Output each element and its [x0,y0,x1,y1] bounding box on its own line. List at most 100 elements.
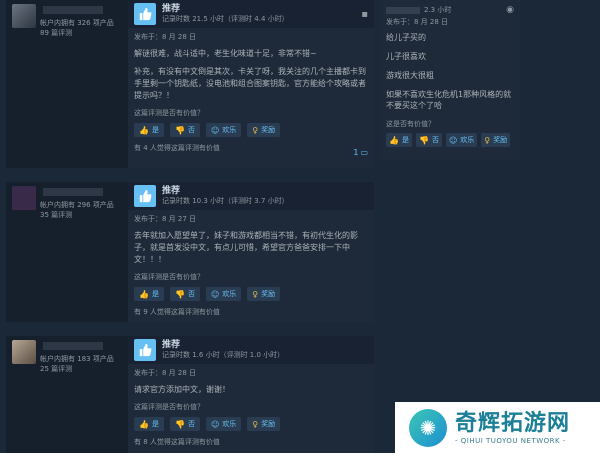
avatar[interactable] [12,340,36,364]
vote-label: 推荐 [162,186,181,196]
author-name-blurred[interactable] [42,188,103,196]
award-button[interactable]: ♀ 奖励 [247,123,281,137]
review-line: 游戏很大很粗 [386,71,434,80]
review-text: 解谜很难，战斗适中，老生化味道十足，非常不错~ 补充，有没有中文倒是其次，卡关了… [134,48,368,102]
watermark-title: 奇辉拓游网 [455,409,571,436]
vote-funny-button[interactable]: ☺ 欢乐 [205,123,242,137]
review-author[interactable]: 帐户内拥有 296 项产品 35 篇评测 [6,182,128,322]
playtime: 记录时数 10.3 小时（评测时 3.7 小时） [162,197,289,205]
thumbs-up-icon [134,3,156,25]
review-card: 帐户内拥有 183 项产品 25 篇评测 推荐 记录时数 1.6 小时（评测时 … [6,336,374,453]
author-name-blurred[interactable] [386,6,420,14]
thumbs-down-icon: 👎 [418,135,429,145]
side-review-header: 2.3 小时 ◉ [386,4,514,16]
vote-yes-button[interactable]: 👍 是 [134,123,164,137]
review-author[interactable]: 帐户内拥有 326 项产品 89 篇评测 [6,0,128,168]
vote-yes-button[interactable]: 👍 是 [134,287,164,301]
avatar[interactable] [12,186,36,210]
thumbs-up-icon [134,339,156,361]
review-card: 帐户内拥有 296 项产品 35 篇评测 推荐 记录时数 10.3 小时（评测时… [6,182,374,322]
author-products: 帐户内拥有 326 项产品 [40,19,114,27]
side-review-card: 2.3 小时 ◉ 发布于：8 月 28 日 给儿子买的 儿子很喜欢 游戏很大很粗… [380,0,520,160]
vote-yes-button[interactable]: 👍 是 [134,417,164,431]
helpful-question: 这是否有价值？ [386,120,435,128]
vote-yes-button[interactable]: 👍 是 [386,133,412,147]
author-products: 帐户内拥有 296 项产品 [40,201,114,209]
thumbs-up-icon: 👍 [139,289,149,299]
review-card: 帐户内拥有 326 项产品 89 篇评测 推荐 记录时数 21.5 小时（评测时… [6,0,374,168]
vote-header[interactable]: 推荐 记录时数 10.3 小时（评测时 3.7 小时） [128,182,374,210]
review-text: 请求官方添加中文，谢谢！ [134,384,368,396]
smiley-icon: ☺ [210,289,220,299]
helpful-question: 这篇评测是否有价值？ [134,109,204,117]
review-body: 推荐 记录时数 10.3 小时（评测时 3.7 小时） 发布于：8 月 27 日… [128,182,374,322]
award-icon: ♀ [252,419,259,429]
vote-label: 推荐 [162,4,181,14]
helpful-count: 有 9 人觉得这篇评测有价值 [134,308,220,316]
comment-icon: ▭ [360,148,368,157]
side-posted-date: 发布于：8 月 28 日 [386,18,449,26]
review-body: 推荐 记录时数 1.6 小时（评测时 1.0 小时） 发布于：8 月 28 日 … [128,336,374,453]
review-line: 给儿子买的 [386,33,426,42]
author-review-count: 35 篇评测 [40,211,73,219]
author-review-count: 89 篇评测 [40,29,73,37]
smiley-icon: ☺ [210,419,220,429]
helpful-count: 有 4 人觉得这篇评测有价值 [134,144,220,152]
thumbs-down-icon: 👎 [174,289,185,299]
smiley-icon: ☺ [210,125,220,135]
review-paragraph: 请求官方添加中文，谢谢！ [134,385,230,394]
playtime: 记录时数 1.6 小时（评测时 1.0 小时） [162,351,285,359]
comment-count[interactable]: 1 ▭ [353,148,368,157]
playtime: 记录时数 21.5 小时（评测时 4.4 小时） [162,15,289,23]
helpful-question: 这篇评测是否有价值？ [134,403,204,411]
review-list: 帐户内拥有 326 项产品 89 篇评测 推荐 记录时数 21.5 小时（评测时… [6,0,374,453]
thumbs-up-icon [134,185,156,207]
award-button[interactable]: ♀ 奖励 [247,287,281,301]
review-paragraph: 解谜很难，战斗适中，老生化味道十足，非常不错~ [134,49,317,58]
steam-icon[interactable]: ◉ [506,5,514,15]
vote-funny-button[interactable]: ☺ 欢乐 [205,417,242,431]
vote-funny-button[interactable]: ☺ 欢乐 [445,133,478,147]
review-line: 如果不喜欢生化危机1那种风格的就不要买这个了哈 [386,90,512,110]
posted-date: 发布于：8 月 28 日 [134,369,197,377]
side-playtime: 2.3 小时 [424,6,452,14]
vote-header[interactable]: 推荐 记录时数 1.6 小时（评测时 1.0 小时） [128,336,374,364]
watermark-subtitle: - QIHUI TUOYOU NETWORK - [455,436,566,445]
vote-funny-button[interactable]: ☺ 欢乐 [205,287,242,301]
award-icon: ♀ [484,135,491,145]
vote-no-button[interactable]: 👎 否 [169,417,200,431]
review-author[interactable]: 帐户内拥有 183 项产品 25 篇评测 [6,336,128,453]
award-icon: ♀ [252,125,259,135]
thumbs-up-icon: 👍 [389,135,399,145]
vote-header[interactable]: 推荐 记录时数 21.5 小时（评测时 4.4 小时） ▪ [128,0,374,28]
thumbs-down-icon: 👎 [174,125,185,135]
vote-label: 推荐 [162,340,181,350]
posted-date: 发布于：8 月 27 日 [134,215,197,223]
helpful-count: 有 8 人觉得这篇评测有价值 [134,438,220,446]
smiley-icon: ☺ [448,135,458,145]
vote-no-button[interactable]: 👎 否 [415,133,442,147]
logo-icon: ✺ [409,408,447,447]
author-name-blurred[interactable] [42,6,103,14]
thumbs-up-icon: 👍 [139,125,149,135]
more-options-icon[interactable]: ▪ [361,9,368,20]
posted-date: 发布于：8 月 28 日 [134,33,197,41]
avatar[interactable] [12,4,36,28]
helpful-question: 这篇评测是否有价值？ [134,273,204,281]
watermark-logo: ✺ 奇辉拓游网 - QIHUI TUOYOU NETWORK - [395,402,600,453]
author-name-blurred[interactable] [42,342,103,350]
vote-no-button[interactable]: 👎 否 [169,287,200,301]
review-body: 推荐 记录时数 21.5 小时（评测时 4.4 小时） ▪ 发布于：8 月 28… [128,0,374,168]
thumbs-up-icon: 👍 [139,419,149,429]
thumbs-down-icon: 👎 [174,419,185,429]
vote-no-button[interactable]: 👎 否 [169,123,200,137]
author-review-count: 25 篇评测 [40,365,73,373]
author-products: 帐户内拥有 183 项产品 [40,355,114,363]
review-paragraph: 去年就加入愿望单了，妹子和游戏都相当不错，有初代生化的影子，就是首发没中文，有点… [134,231,358,264]
award-button[interactable]: ♀ 奖励 [247,417,281,431]
review-text: 去年就加入愿望单了，妹子和游戏都相当不错，有初代生化的影子，就是首发没中文，有点… [134,230,368,266]
side-review-text: 给儿子买的 儿子很喜欢 游戏很大很粗 如果不喜欢生化危机1那种风格的就不要买这个… [386,32,514,111]
award-icon: ♀ [252,289,259,299]
review-paragraph: 补充，有没有中文倒是其次，卡关了呀，我关注的几个主播都卡到手里剩一个钥匙纸，没电… [134,67,366,100]
award-button[interactable]: ♀ 奖励 [481,133,511,147]
